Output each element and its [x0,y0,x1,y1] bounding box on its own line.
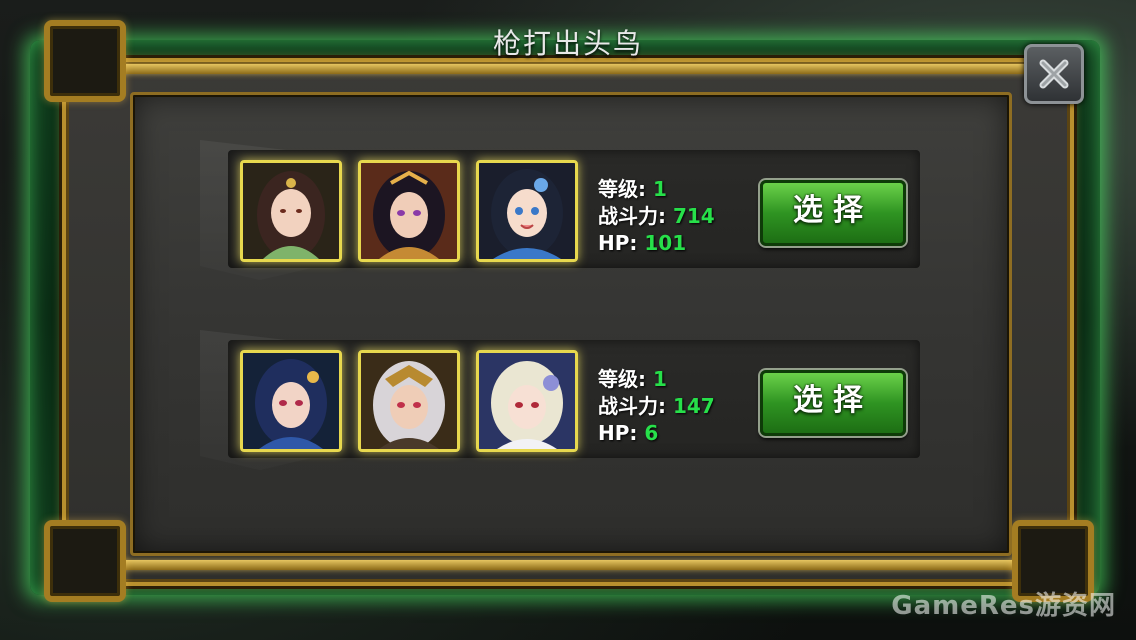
level-value: 1 [652,367,667,391]
close-x-icon [1039,59,1069,89]
bottom-ornament-bar [110,560,1030,570]
close-button[interactable] [1024,44,1084,104]
power-value: 714 [672,204,715,228]
level-value: 1 [652,177,667,201]
level-line: 等级: 1 [598,177,667,201]
hp-value: 101 [644,231,687,255]
power-line: 战斗力: 714 [598,204,715,228]
hero-portrait-3-icon [479,163,575,259]
top-ornament-bar [110,64,1030,74]
hero-portrait[interactable] [476,160,578,262]
hero-portrait[interactable] [358,160,460,262]
hp-line: HP: 6 [598,421,659,445]
select-button[interactable]: 选择 [760,370,906,436]
team-row-2: 等级: 1 战斗力: 147 HP: 6 选择 [200,330,920,470]
hero-portrait[interactable] [476,350,578,452]
hero-portrait-2-icon [361,163,457,259]
level-line: 等级: 1 [598,367,667,391]
corner-ornament-bottom-left [44,520,126,602]
hero-portrait[interactable] [240,350,342,452]
hero-portrait-5-icon [361,353,457,449]
select-button[interactable]: 选择 [760,180,906,246]
hero-portrait-4-icon [243,353,339,449]
watermark: GameRes游资网 [891,591,1116,621]
hero-portrait[interactable] [240,160,342,262]
dialog-title: 枪打出头鸟 [492,27,643,60]
team-stats: 等级: 1 战斗力: 147 HP: 6 [598,366,715,447]
team-stats: 等级: 1 战斗力: 714 HP: 101 [598,176,715,257]
power-value: 147 [672,394,715,418]
hp-value: 6 [644,421,659,445]
team-row-1: 等级: 1 战斗力: 714 HP: 101 选择 [200,140,920,280]
hp-line: HP: 101 [598,231,687,255]
hero-portrait[interactable] [358,350,460,452]
hero-portrait-1-icon [243,163,339,259]
power-line: 战斗力: 147 [598,394,715,418]
hero-portrait-6-icon [479,353,575,449]
